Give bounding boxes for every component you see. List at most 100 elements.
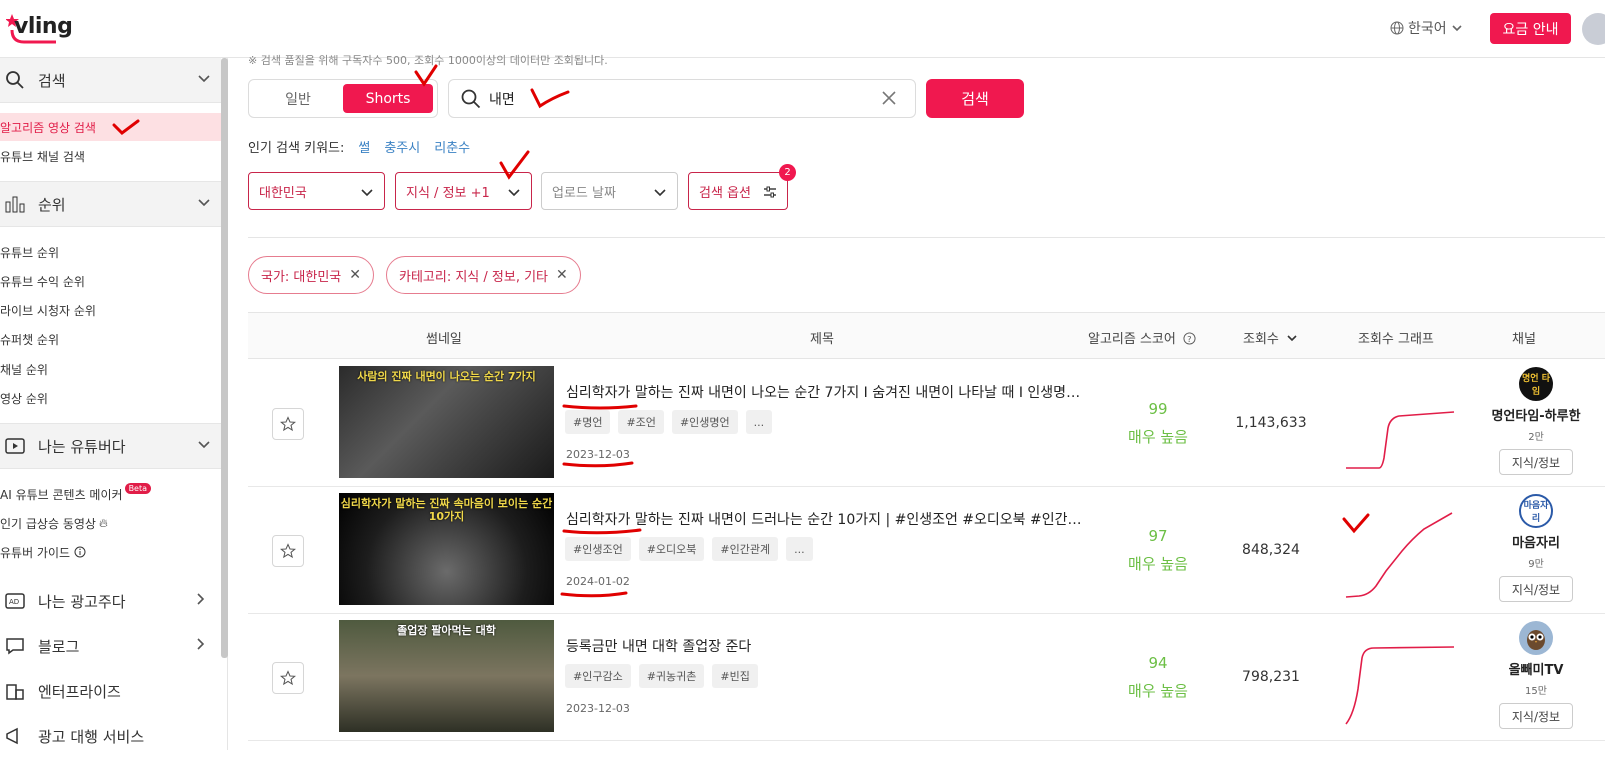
popular-keyword[interactable]: 리춘수 <box>434 137 470 156</box>
algorithm-score: 97 매우 높음 <box>1103 527 1213 574</box>
video-thumbnail[interactable]: 졸업장 팔아먹는 대학 <box>339 620 554 732</box>
channel-subscribers: 2만 <box>1528 432 1544 443</box>
channel-name[interactable]: 마음자리 <box>1476 532 1596 551</box>
header-views[interactable]: 조회수 <box>1243 328 1298 347</box>
video-thumbnail[interactable]: 심리학자가 말하는 진짜 속마음이 보이는 순간 10가지 <box>339 493 554 605</box>
video-tag[interactable]: #오디오북 <box>638 537 705 561</box>
video-tag[interactable]: #인생명언 <box>671 410 738 434</box>
channel-subscribers: 9만 <box>1528 559 1544 570</box>
search-input[interactable] <box>489 88 869 110</box>
clear-icon[interactable] <box>881 90 897 106</box>
video-title[interactable]: 심리학자가 말하는 진짜 내면이 나오는 순간 7가지 I 숨겨진 내면이 나타… <box>566 382 1086 402</box>
score-label: 매우 높음 <box>1128 682 1188 700</box>
channel-name[interactable]: 명언타임-하루한 <box>1476 405 1596 424</box>
channel-info[interactable]: 마음자리 마음자리 9만 지식/정보 <box>1476 494 1596 602</box>
score-value: 94 <box>1148 654 1168 672</box>
sidebar-scrollbar[interactable] <box>221 58 228 658</box>
close-icon[interactable]: ✕ <box>349 267 361 283</box>
sidebar-item-channel-ranking[interactable]: 채널 순위 <box>0 355 221 383</box>
active-filter-chip[interactable]: 국가: 대한민국 ✕ <box>248 256 375 294</box>
bookmark-button[interactable] <box>272 408 304 440</box>
chevron-right-icon <box>197 593 205 605</box>
category-filter[interactable]: 지식 / 정보 +1 <box>395 172 532 210</box>
sidebar-section-agency[interactable]: 광고 대행 서비스 <box>0 714 221 758</box>
video-tag[interactable]: #인간관계 <box>712 537 779 561</box>
video-tag[interactable]: #명언 <box>565 410 611 434</box>
active-filter-chip[interactable]: 카테고리: 지식 / 정보, 기타 ✕ <box>386 256 581 294</box>
sidebar-item-revenue-ranking[interactable]: 유튜브 수익 순위 <box>0 267 221 295</box>
header-views-label: 조회수 <box>1243 332 1279 347</box>
sidebar-section-blog[interactable]: 블로그 <box>0 624 221 668</box>
toggle-shorts[interactable]: Shorts <box>343 84 433 113</box>
video-tag[interactable]: #인생조언 <box>565 537 631 561</box>
sidebar-item-label: 유튜버 가이드 <box>0 545 71 560</box>
sidebar-section-advertiser[interactable]: AD 나는 광고주다 <box>0 579 221 623</box>
upload-date: 2023-12-03 <box>566 448 630 461</box>
sidebar-item-channel-search[interactable]: 유튜브 채널 검색 <box>0 142 221 170</box>
channel-info[interactable]: 명언 타임 명언타임-하루한 2만 지식/정보 <box>1476 367 1596 475</box>
channel-avatar: 마음자리 <box>1519 494 1553 528</box>
table-row[interactable]: 졸업장 팔아먹는 대학 등록금만 내면 대학 졸업장 준다 #인구감소 #귀농귀… <box>248 614 1605 741</box>
more-tags[interactable]: ... <box>786 537 813 561</box>
country-filter[interactable]: 대한민국 <box>248 172 385 210</box>
bookmark-button[interactable] <box>272 535 304 567</box>
view-graph <box>1346 411 1455 469</box>
sidebar-item-live-ranking[interactable]: 라이브 시청자 순위 <box>0 296 221 324</box>
sort-down-icon <box>1287 335 1297 342</box>
popular-keywords-label: 인기 검색 키워드: <box>248 141 345 156</box>
globe-icon <box>1390 21 1404 35</box>
score-label: 매우 높음 <box>1128 555 1188 573</box>
play-icon <box>4 435 26 457</box>
language-selector[interactable]: 한국어 <box>1390 18 1463 38</box>
pricing-button[interactable]: 요금 안내 <box>1490 13 1571 44</box>
view-count: 848,324 <box>1242 542 1300 558</box>
search-icon <box>461 89 481 109</box>
sidebar-section-enterprise[interactable]: 엔터프라이즈 <box>0 669 221 713</box>
view-graph <box>1345 646 1455 725</box>
video-tag[interactable]: #귀농귀촌 <box>638 664 705 688</box>
popular-keyword[interactable]: 썰 <box>358 137 370 156</box>
user-avatar[interactable] <box>1582 13 1605 45</box>
video-tag[interactable]: #빈집 <box>712 664 758 688</box>
video-tag[interactable]: #인구감소 <box>565 664 631 688</box>
header-score[interactable]: 알고리즘 스코어 ? <box>1088 328 1196 347</box>
sidebar-item-video-ranking[interactable]: 영상 순위 <box>0 384 221 412</box>
beta-badge: Beta <box>124 482 152 494</box>
ad-icon: AD <box>4 590 26 612</box>
upload-date-filter[interactable]: 업로드 날짜 <box>541 172 678 210</box>
sidebar-item-trending-videos[interactable]: 인기 급상승 동영상 🔥︎ <box>0 509 221 537</box>
score-label: 매우 높음 <box>1128 428 1188 446</box>
sidebar-item-algorithm-search[interactable]: 알고리즘 영상 검색 <box>0 113 221 141</box>
sidebar-section-label: 엔터프라이즈 <box>38 682 121 701</box>
sidebar-section-youtuber[interactable]: 나는 유튜버다 <box>0 423 221 469</box>
toggle-normal[interactable]: 일반 <box>253 84 343 113</box>
search-button[interactable]: 검색 <box>926 79 1024 118</box>
sidebar-section-ranking[interactable]: 순위 <box>0 181 221 227</box>
search-options-button[interactable]: 검색 옵션 <box>688 172 788 210</box>
video-title[interactable]: 심리학자가 말하는 진짜 내면이 드러나는 순간 10가지 | #인생조언 #오… <box>566 509 1086 529</box>
video-tag[interactable]: #조언 <box>618 410 664 434</box>
video-title[interactable]: 등록금만 내면 대학 졸업장 준다 <box>566 636 1086 656</box>
sidebar-item-superchat-ranking[interactable]: 슈퍼챗 순위 <box>0 325 221 353</box>
chat-icon <box>4 635 26 657</box>
channel-info[interactable]: 올빼미TV 15만 지식/정보 <box>1476 621 1596 729</box>
bookmark-button[interactable] <box>272 662 304 694</box>
sidebar-item-youtube-ranking[interactable]: 유튜브 순위 <box>0 238 221 266</box>
sidebar-item-ai-content-maker[interactable]: AI 유튜브 콘텐츠 메이커 Beta <box>0 480 221 508</box>
more-tags[interactable]: ... <box>745 410 773 434</box>
popular-keyword[interactable]: 충주시 <box>384 137 420 156</box>
sidebar-section-search[interactable]: 검색 <box>0 57 221 103</box>
video-thumbnail[interactable]: 사람의 진짜 내면이 나오는 순간 7가지 <box>339 366 554 478</box>
star-icon <box>280 670 296 686</box>
chevron-down-icon <box>508 189 520 197</box>
channel-name[interactable]: 올빼미TV <box>1476 659 1596 678</box>
close-icon[interactable]: ✕ <box>556 267 568 283</box>
table-row[interactable]: 사람의 진짜 내면이 나오는 순간 7가지 심리학자가 말하는 진짜 내면이 나… <box>248 360 1605 487</box>
svg-text:AD: AD <box>9 598 19 606</box>
table-row[interactable]: 심리학자가 말하는 진짜 속마음이 보이는 순간 10가지 심리학자가 말하는 … <box>248 487 1605 614</box>
search-notice: ※ 검색 품질을 위해 구독자수 500, 조회수 1000이상의 데이터만 조… <box>248 54 608 67</box>
score-value: 97 <box>1148 527 1168 545</box>
search-box <box>448 79 916 118</box>
sidebar-item-youtuber-guide[interactable]: 유튜버 가이드 <box>0 538 221 566</box>
sidebar-section-label: 나는 광고주다 <box>38 592 126 611</box>
